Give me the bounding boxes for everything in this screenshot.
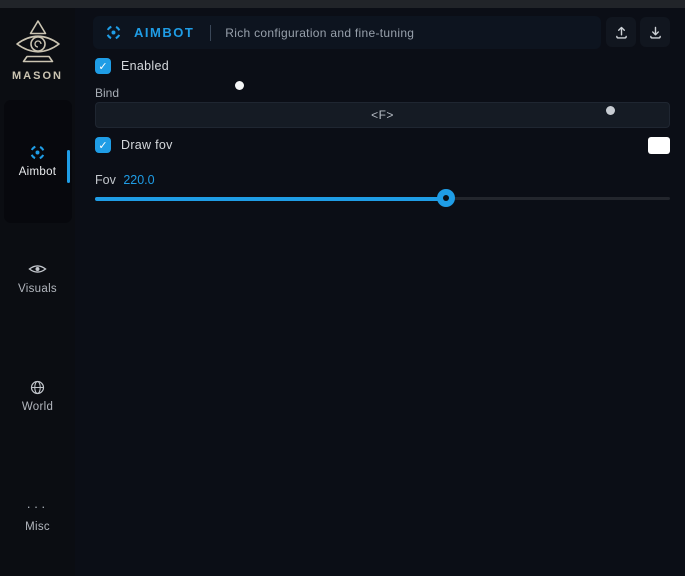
bind-input[interactable]: <F> bbox=[95, 102, 670, 128]
section-title: AIMBOT bbox=[134, 25, 194, 40]
main-panel: AIMBOT Rich configuration and fine-tunin… bbox=[75, 8, 685, 576]
fov-label: Fov bbox=[95, 173, 116, 187]
sidebar-item-label: World bbox=[0, 401, 75, 413]
fov-slider-fill bbox=[95, 197, 446, 201]
draw-fov-label: Draw fov bbox=[121, 138, 173, 152]
bind-value: <F> bbox=[371, 108, 394, 122]
crosshair-icon bbox=[0, 143, 75, 161]
app-window: MASON Aimbot Visuals bbox=[0, 0, 685, 576]
fov-value: 220.0 bbox=[123, 173, 154, 187]
enabled-checkbox[interactable] bbox=[95, 58, 111, 74]
sidebar-item-aimbot[interactable]: Aimbot bbox=[0, 143, 75, 178]
export-config-button[interactable] bbox=[606, 17, 636, 47]
section-subtitle: Rich configuration and fine-tuning bbox=[225, 26, 414, 40]
sidebar-item-world[interactable]: World bbox=[0, 378, 75, 413]
download-icon bbox=[648, 25, 663, 40]
sidebar-item-misc[interactable]: ··· Misc bbox=[0, 498, 75, 533]
sidebar-item-visuals[interactable]: Visuals bbox=[0, 260, 75, 295]
sidebar-item-label: Misc bbox=[0, 521, 75, 533]
sidebar-item-label: Aimbot bbox=[0, 166, 75, 178]
crosshair-icon bbox=[105, 24, 122, 41]
import-config-button[interactable] bbox=[640, 17, 670, 47]
fov-slider-handle[interactable] bbox=[437, 189, 455, 207]
globe-icon bbox=[0, 378, 75, 396]
fov-color-swatch[interactable] bbox=[648, 137, 670, 154]
logo-label: MASON bbox=[0, 70, 75, 82]
mason-eye-logo-icon bbox=[0, 18, 75, 68]
fov-slider[interactable] bbox=[95, 188, 670, 208]
enabled-label: Enabled bbox=[121, 59, 169, 73]
upload-icon bbox=[614, 25, 629, 40]
enabled-row: Enabled bbox=[95, 58, 169, 74]
bind-label: Bind bbox=[95, 86, 119, 100]
mason-logo: MASON bbox=[0, 18, 75, 82]
draw-fov-row: Draw fov bbox=[95, 137, 173, 153]
cursor-dot bbox=[235, 81, 244, 90]
draw-fov-checkbox[interactable] bbox=[95, 137, 111, 153]
header-divider bbox=[210, 25, 211, 41]
sidebar: MASON Aimbot Visuals bbox=[0, 8, 75, 576]
section-header: AIMBOT Rich configuration and fine-tunin… bbox=[93, 16, 601, 49]
bind-field-dot bbox=[606, 106, 615, 115]
window-top-edge bbox=[0, 0, 685, 8]
eye-icon bbox=[0, 260, 75, 278]
fov-label-row: Fov 220.0 bbox=[95, 173, 155, 187]
ellipsis-icon: ··· bbox=[0, 498, 75, 516]
sidebar-item-label: Visuals bbox=[0, 283, 75, 295]
